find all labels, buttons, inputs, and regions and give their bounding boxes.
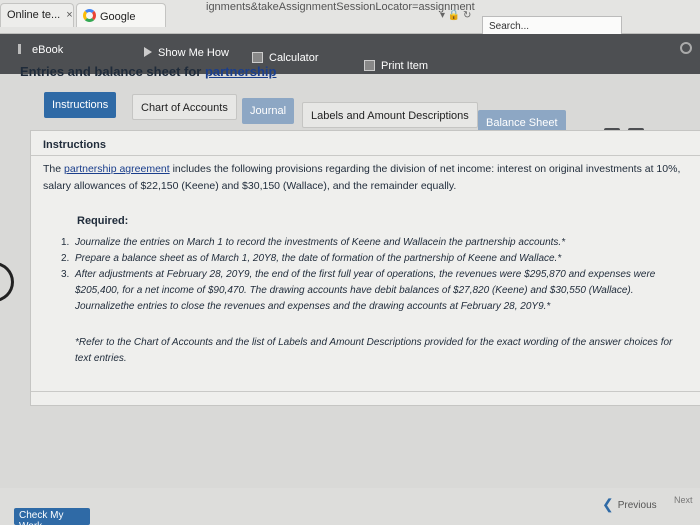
list-item: 1. Journalize the entries on March 1 to r…: [61, 235, 691, 251]
question-tabs: Instructions Chart of Accounts Journal L…: [44, 92, 674, 136]
show-me-how-label: Show Me How: [158, 47, 229, 59]
required-list: 1. Journalize the entries on March 1 to r…: [61, 235, 691, 315]
calculator-label: Calculator: [269, 52, 319, 64]
show-me-how-button[interactable]: Show Me How: [144, 47, 229, 59]
item-number: 2.: [61, 253, 70, 264]
item-text: After adjustments at February 28, 20Y9, …: [75, 269, 656, 312]
partnership-agreement-link[interactable]: partnership agreement: [64, 163, 170, 175]
browser-tab-online[interactable]: Online te... ×: [0, 3, 74, 27]
search-input[interactable]: Search...: [482, 16, 622, 36]
item-number: 1.: [61, 237, 70, 248]
check-my-work-button[interactable]: Check My Work: [14, 508, 90, 525]
calculator-icon: [252, 52, 263, 63]
item-text: Journalize the entries on March 1 to rec…: [75, 237, 566, 248]
instructions-panel: Instructions The partnership agreement i…: [30, 130, 700, 406]
tab-label: Google: [100, 11, 136, 23]
divider: [31, 391, 700, 392]
search-icon[interactable]: [680, 42, 692, 54]
reload-icon[interactable]: ▾ 🔒 ↻: [440, 10, 471, 21]
footer-bar: [0, 488, 700, 525]
list-item: 2. Prepare a balance sheet as of March 1,…: [61, 251, 691, 267]
browser-chrome: Online te... × Google ignments&takeAssign…: [0, 0, 700, 36]
page-title: Entries and balance sheet for partnershi…: [20, 64, 276, 79]
item-text: Prepare a balance sheet as of March 1, 2…: [75, 253, 562, 264]
browser-tab-google[interactable]: Google: [76, 3, 166, 27]
ebook-button[interactable]: eBook: [18, 44, 63, 56]
item-number: 3.: [61, 269, 70, 280]
side-handle: [0, 262, 14, 302]
print-item-button[interactable]: Print Item: [364, 60, 428, 72]
list-item: 3. After adjustments at February 28, 20Y9…: [61, 267, 691, 315]
instructions-paragraph: The partnership agreement includes the f…: [43, 161, 693, 195]
page-title-text: Entries and balance sheet for: [20, 64, 205, 79]
partnership-link[interactable]: partnership: [205, 64, 277, 79]
ebook-label: eBook: [32, 44, 64, 56]
required-heading: Required:: [77, 215, 129, 227]
tab-labels-and-amount-descriptions[interactable]: Labels and Amount Descriptions: [302, 102, 478, 128]
divider: [31, 155, 700, 156]
para-pre: The: [43, 163, 65, 175]
book-icon: [18, 44, 26, 54]
play-icon: [144, 47, 152, 57]
chevron-left-icon: ❮: [602, 496, 614, 512]
tab-instructions[interactable]: Instructions: [44, 92, 117, 118]
close-icon[interactable]: ×: [66, 9, 72, 21]
instructions-heading: Instructions: [43, 139, 106, 151]
print-icon: [364, 60, 375, 71]
google-icon: [83, 9, 96, 22]
tab-chart-of-accounts[interactable]: Chart of Accounts: [132, 94, 237, 120]
print-item-label: Print Item: [381, 60, 429, 72]
next-button[interactable]: Next: [674, 495, 693, 505]
calculator-button[interactable]: Calculator: [252, 52, 319, 64]
footnote: *Refer to the Chart of Accounts and the …: [75, 337, 673, 364]
previous-button[interactable]: ❮ Previous: [602, 496, 657, 513]
address-bar[interactable]: ignments&takeAssignmentSessionLocator=as…: [200, 0, 480, 19]
previous-label: Previous: [617, 500, 657, 511]
tab-label: Online te...: [7, 9, 61, 21]
tab-journal[interactable]: Journal: [242, 98, 295, 124]
